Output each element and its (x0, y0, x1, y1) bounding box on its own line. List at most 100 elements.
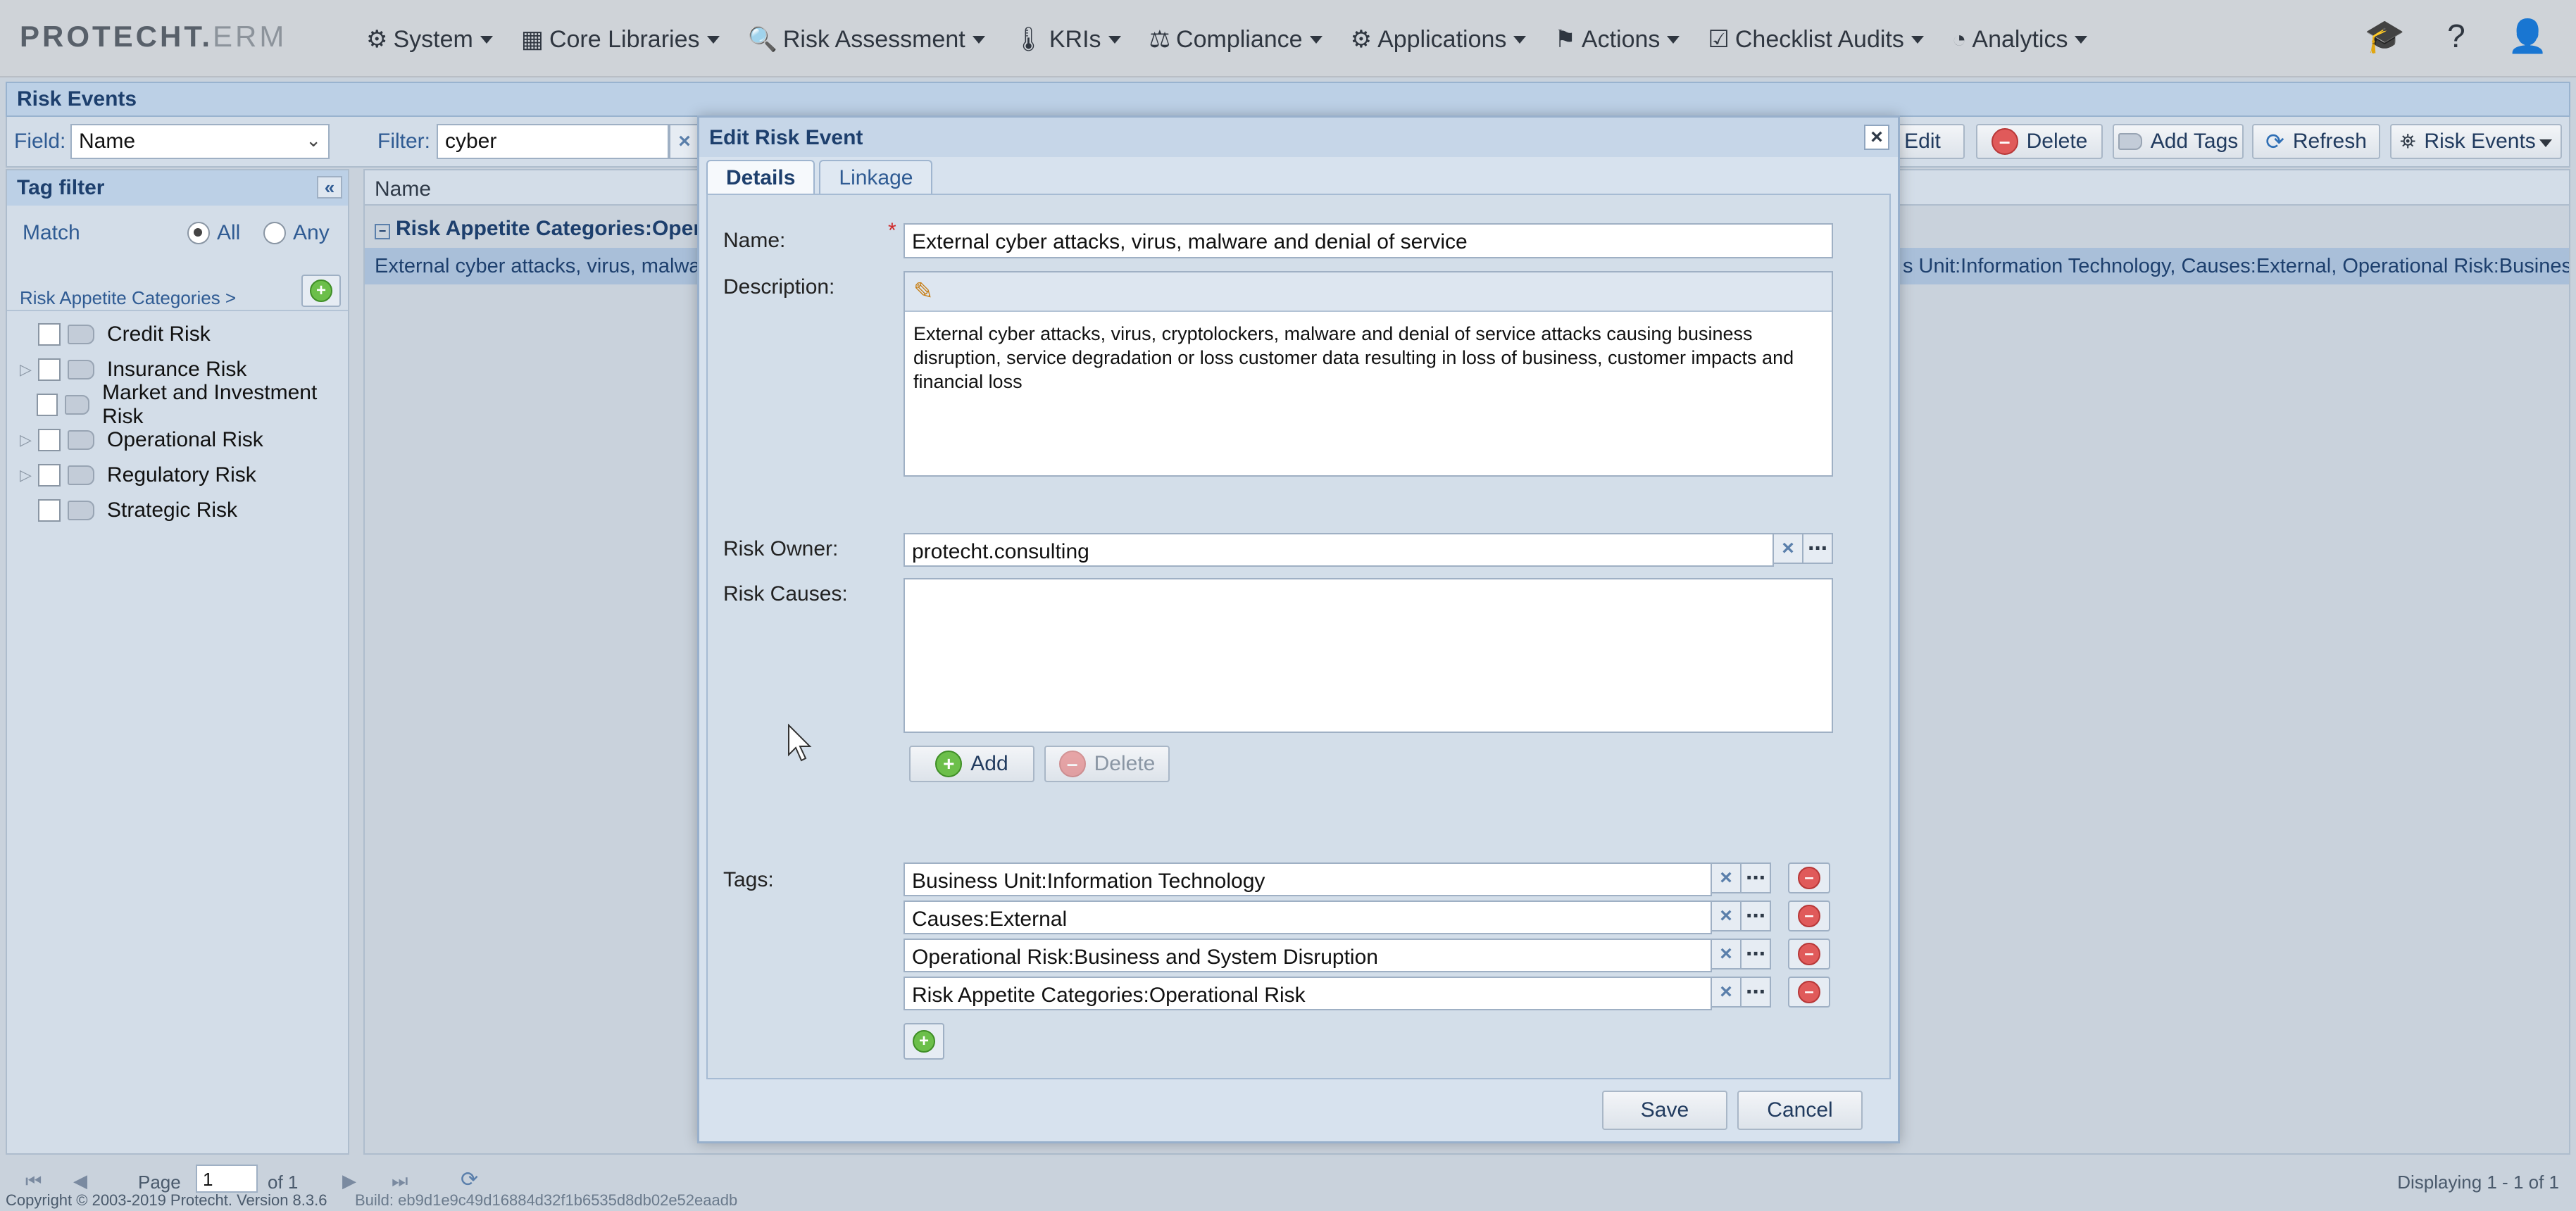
dialog-title-bar[interactable]: Edit Risk Event × (699, 118, 1898, 157)
ellipsis-icon: ··· (1808, 535, 1829, 562)
chevron-down-icon (972, 35, 985, 44)
checkbox[interactable] (38, 464, 61, 487)
remove-tag-button[interactable]: – (1788, 862, 1830, 893)
risk-owner-value: protecht.consulting (912, 540, 1089, 563)
tag-category-breadcrumb[interactable]: Risk Appetite Categories > (20, 287, 236, 309)
match-any-radio[interactable]: Any (263, 221, 330, 245)
tags-label: Tags: (723, 868, 774, 891)
tag-tree-item[interactable]: ▷ Regulatory Risk (20, 458, 344, 493)
menu-system[interactable]: ⚙ System (352, 20, 507, 59)
row-name-cell: External cyber attacks, virus, malware a (375, 255, 736, 277)
prev-page-icon[interactable]: ◀ (73, 1170, 87, 1192)
remove-tag-button[interactable]: – (1788, 977, 1830, 1008)
filter-input[interactable]: cyber (437, 124, 669, 159)
risk-causes-list[interactable] (904, 578, 1833, 733)
clear-tag-button[interactable]: × (1712, 862, 1742, 893)
clear-filter-button[interactable]: × (669, 124, 700, 159)
name-input[interactable]: External cyber attacks, virus, malware a… (904, 223, 1833, 258)
clear-owner-button[interactable]: × (1774, 533, 1803, 564)
graduation-cap-icon[interactable]: 🎓 (2365, 17, 2405, 56)
page-title: Risk Events (6, 82, 2570, 117)
tag-tree-item[interactable]: Credit Risk (20, 317, 344, 352)
menu-actions[interactable]: ⚑ Actions (1540, 20, 1694, 59)
minus-circle-icon: – (1991, 128, 2018, 155)
menu-checklist-audits[interactable]: ☑ Checklist Audits (1694, 20, 1937, 59)
clear-tag-button[interactable]: × (1712, 977, 1742, 1008)
menu-core-libraries[interactable]: ▦ Core Libraries (507, 20, 734, 59)
menu-applications[interactable]: ⚙ Applications (1337, 20, 1541, 59)
add-tag-filter-button[interactable]: + (301, 275, 341, 307)
menu-kris[interactable]: 🌡 KRIs (999, 20, 1135, 59)
risk-owner-input[interactable]: protecht.consulting (904, 533, 1774, 567)
tag-input[interactable]: Operational Risk:Business and System Dis… (904, 939, 1712, 972)
clear-tag-button[interactable]: × (1712, 939, 1742, 970)
menu-compliance[interactable]: ⚖ Compliance (1135, 20, 1337, 59)
app-logo[interactable]: PROTECHT.ERM (20, 20, 287, 54)
collapse-panel-button[interactable]: « (317, 176, 342, 199)
divider (7, 310, 348, 311)
tag-filter-title: Tag filter (17, 176, 105, 199)
filter-input-value: cyber (445, 130, 497, 153)
tag-input[interactable]: Causes:External (904, 901, 1712, 934)
flag-icon: ⚑ (1554, 26, 1576, 53)
risk-events-menu-button[interactable]: ⛯ Risk Events (2390, 124, 2562, 159)
minus-circle-icon: – (1058, 751, 1086, 777)
delete-cause-button[interactable]: – Delete (1044, 746, 1170, 782)
page-number-input[interactable]: 1 (196, 1165, 258, 1193)
select-owner-button[interactable]: ··· (1803, 533, 1833, 564)
tag-row: Operational Risk:Business and System Dis… (904, 939, 1833, 977)
tab-details[interactable]: Details (706, 160, 815, 195)
edit-button-label: Edit (1904, 130, 1941, 153)
pencil-icon[interactable]: ✎ (913, 277, 934, 306)
add-tags-button[interactable]: Add Tags (2113, 124, 2244, 159)
menu-analytics[interactable]: ◔ Analytics (1938, 20, 2102, 59)
menu-label: Actions (1581, 25, 1661, 53)
help-icon[interactable]: ? (2447, 17, 2465, 56)
menu-risk-assessment[interactable]: 🔍 Risk Assessment (734, 20, 999, 59)
checkbox[interactable] (38, 358, 61, 381)
add-cause-label: Add (970, 752, 1008, 775)
cancel-button[interactable]: Cancel (1737, 1091, 1863, 1130)
last-page-icon[interactable]: ⏭ (392, 1170, 408, 1193)
refresh-button[interactable]: ⟳ Refresh (2252, 124, 2380, 159)
add-cause-button[interactable]: + Add (909, 746, 1034, 782)
checkbox[interactable] (36, 394, 58, 416)
remove-tag-button[interactable]: – (1788, 901, 1830, 931)
first-page-icon[interactable]: ⏮ (25, 1170, 42, 1193)
close-icon: × (1720, 866, 1732, 889)
save-button[interactable]: Save (1602, 1091, 1727, 1130)
next-page-icon[interactable]: ▶ (342, 1170, 356, 1192)
expand-arrow-icon[interactable]: ▷ (20, 466, 38, 484)
match-all-radio[interactable]: All (187, 221, 240, 245)
dialog-close-button[interactable]: × (1864, 125, 1889, 150)
add-tag-button[interactable]: + (904, 1023, 944, 1060)
select-tag-button[interactable]: ··· (1742, 862, 1771, 893)
tag-input[interactable]: Business Unit:Information Technology (904, 862, 1712, 896)
checkbox[interactable] (38, 323, 61, 346)
field-select[interactable]: Name ⌄ (70, 124, 330, 159)
tag-tree-item[interactable]: Market and Investment Risk (20, 381, 344, 428)
build-text: Build: eb9d1e9c49d16884d32f1b6535d8db02e… (355, 1191, 738, 1209)
checkbox[interactable] (38, 499, 61, 522)
checkbox[interactable] (38, 429, 61, 451)
field-label: Field: (14, 130, 66, 153)
description-editor[interactable]: ✎ External cyber attacks, virus, cryptol… (904, 271, 1833, 477)
select-tag-button[interactable]: ··· (1742, 977, 1771, 1008)
refresh-icon[interactable]: ⟳ (461, 1167, 478, 1192)
chevron-down-icon: ⌄ (306, 130, 321, 151)
tag-tree: Credit Risk ▷ Insurance Risk Market and Inv… (20, 317, 344, 528)
delete-button[interactable]: – Delete (1976, 124, 2103, 159)
tab-linkage[interactable]: Linkage (819, 160, 933, 195)
remove-tag-button[interactable]: – (1788, 939, 1830, 970)
edit-risk-event-dialog: Edit Risk Event × Details Linkage Name: … (697, 115, 1900, 1143)
top-navigation-bar: PROTECHT.ERM ⚙ System ▦ Core Libraries 🔍 Risk… (0, 0, 2576, 77)
tag-input[interactable]: Risk Appetite Categories:Operational Ris… (904, 977, 1712, 1010)
double-chevron-left-icon: « (324, 177, 335, 198)
user-icon[interactable]: 👤 (2508, 17, 2548, 56)
select-tag-button[interactable]: ··· (1742, 901, 1771, 931)
clear-tag-button[interactable]: × (1712, 901, 1742, 931)
expand-arrow-icon[interactable]: ▷ (20, 431, 38, 449)
select-tag-button[interactable]: ··· (1742, 939, 1771, 970)
expand-arrow-icon[interactable]: ▷ (20, 360, 38, 379)
tag-tree-item[interactable]: Strategic Risk (20, 493, 344, 528)
